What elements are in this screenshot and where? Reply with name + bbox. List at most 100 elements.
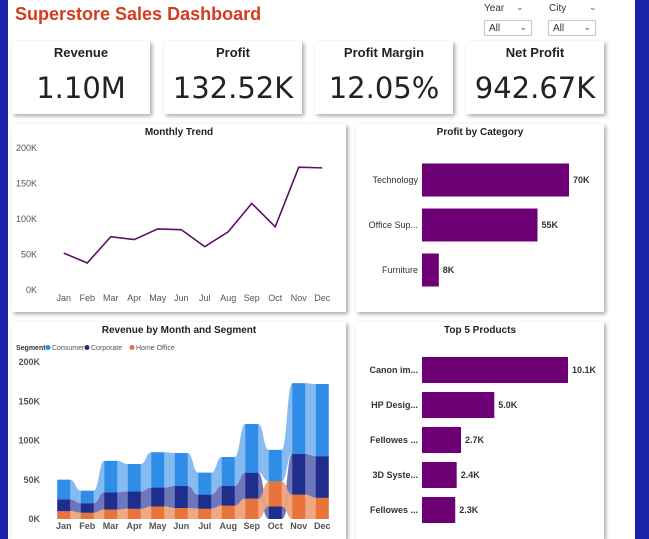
segment-bar-home-office [174, 508, 188, 519]
x-tick-label: Jul [198, 521, 211, 531]
segment-bar-home-office [292, 494, 306, 519]
bar [422, 462, 457, 488]
trend-line [63, 166, 323, 264]
data-label: 10.1K [572, 365, 597, 375]
city-filter-value: All [553, 23, 565, 34]
segment-bar-corporate [198, 494, 212, 509]
y-tick-label: 50K [21, 250, 37, 260]
kpi-card-profit: Profit 132.52K [164, 41, 302, 114]
y-tick-label: 150K [18, 396, 40, 406]
category-label: Canon im... [369, 365, 418, 375]
segment-bar-consumer [268, 449, 282, 482]
segment-bar-home-office [104, 509, 118, 519]
legend-marker [45, 345, 51, 350]
category-label: Office Sup... [369, 220, 418, 230]
segment-bar-home-office [151, 506, 165, 519]
bar [422, 427, 462, 453]
segment-bar-home-office [245, 498, 259, 519]
top-products-chart: Canon im... 10.1K HP Desig... 5.0K Fellowes … [369, 357, 597, 523]
x-tick-label: Jan [56, 521, 72, 531]
x-tick-label: Oct [268, 293, 283, 303]
segment-bar-home-office [127, 508, 141, 519]
x-tick-label: Aug [220, 293, 236, 303]
kpi-label: Revenue [53, 45, 109, 60]
kpi-label: Net Profit [505, 45, 565, 60]
segment-bar-consumer [151, 452, 165, 488]
y-tick-label: 150K [16, 179, 37, 189]
x-tick-label: Feb [79, 521, 96, 531]
segment-bar-consumer [174, 453, 188, 487]
segment-bar-consumer [104, 460, 118, 493]
data-label: 70K [573, 175, 590, 185]
city-collapse-chevron-icon[interactable]: ⌄ [589, 2, 597, 13]
profit-by-category-panel[interactable]: Profit by Category Technology 70K Office S… [356, 124, 604, 312]
segment-bar-corporate [245, 472, 259, 499]
x-tick-label: May [149, 521, 167, 531]
bar [422, 392, 495, 418]
monthly-trend-chart: 0K 50K 100K 150K 200K Jan Feb Mar Apr May Jun Jul Au… [16, 143, 331, 303]
data-label: 2.4K [461, 470, 481, 480]
segment-bar-home-office [198, 508, 212, 519]
segment-bar-home-office [57, 511, 71, 519]
data-label: 2.7K [465, 435, 485, 445]
segment-bar-consumer [198, 472, 212, 495]
category-label: Furniture [382, 265, 418, 275]
profit-by-category-chart: Technology 70K Office Sup... 55K Furniture 8K [369, 163, 590, 287]
segment-bar-corporate [80, 503, 94, 513]
y-tick-label: 100K [18, 436, 40, 446]
year-filter-label: Year [484, 3, 505, 14]
legend-entry: Home Office [136, 345, 175, 352]
segment-bar-consumer [245, 424, 259, 473]
bar [422, 497, 456, 523]
x-tick-label: May [149, 293, 167, 303]
legend-marker [129, 345, 135, 350]
year-filter-value: All [489, 23, 501, 34]
category-label: Technology [372, 175, 418, 185]
category-label: 3D Syste... [372, 470, 418, 480]
bar [422, 253, 439, 287]
city-filter-dropdown[interactable]: All ⌄ [548, 20, 596, 36]
kpi-card-net-profit: Net Profit 942.67K [466, 41, 604, 114]
data-label: 8K [443, 265, 455, 275]
year-filter-dropdown[interactable]: All ⌄ [484, 20, 532, 36]
revenue-by-segment-panel[interactable]: Revenue by Month and Segment Segment Cons… [12, 322, 346, 539]
segment-bar-corporate [57, 499, 71, 512]
segment-bar-consumer [221, 456, 235, 487]
y-tick-label: 200K [18, 357, 40, 367]
kpi-value: 132.52K [172, 71, 294, 105]
bar [422, 208, 538, 242]
revenue-by-segment-chart: Segment Consumer Corporate Home Office 0K 50K… [16, 345, 331, 531]
legend-entry: Consumer [52, 345, 85, 352]
year-collapse-chevron-icon[interactable]: ⌄ [516, 2, 524, 13]
x-tick-label: Nov [291, 293, 308, 303]
chevron-down-icon: ⌄ [519, 22, 527, 32]
bar [422, 357, 568, 383]
kpi-label: Profit Margin [343, 45, 425, 60]
x-tick-label: Feb [79, 293, 95, 303]
segment-bar-home-office [221, 505, 235, 519]
frame-right-border [635, 0, 649, 539]
bar [422, 163, 569, 197]
x-tick-label: Jan [56, 293, 71, 303]
y-tick-label: 0K [26, 285, 37, 295]
monthly-trend-panel[interactable]: Monthly Trend 0K 50K 100K 150K 200K Jan Feb Mar… [12, 124, 346, 312]
segment-bar-consumer [127, 464, 141, 492]
segment-bar-corporate [268, 506, 282, 519]
segment-bar-consumer [57, 479, 71, 500]
kpi-value: 942.67K [474, 71, 596, 105]
segment-bar-home-office [80, 512, 94, 519]
category-label: Fellowes ... [370, 505, 418, 515]
x-tick-label: Aug [220, 521, 238, 531]
legend-title: Segment [16, 345, 46, 352]
y-tick-label: 0K [28, 514, 40, 524]
data-label: 2.3K [459, 505, 479, 515]
x-tick-label: Mar [103, 293, 119, 303]
segment-bar-home-office [268, 481, 282, 507]
city-filter-label: City [549, 3, 567, 14]
category-label: HP Desig... [371, 400, 418, 410]
segment-bar-consumer [292, 383, 306, 454]
top-products-panel[interactable]: Top 5 Products Canon im... 10.1K HP Desig.… [356, 322, 604, 539]
x-tick-label: Jul [199, 293, 211, 303]
kpi-card-profit-margin: Profit Margin 12.05% [315, 41, 453, 114]
kpi-value: 12.05% [328, 71, 440, 105]
